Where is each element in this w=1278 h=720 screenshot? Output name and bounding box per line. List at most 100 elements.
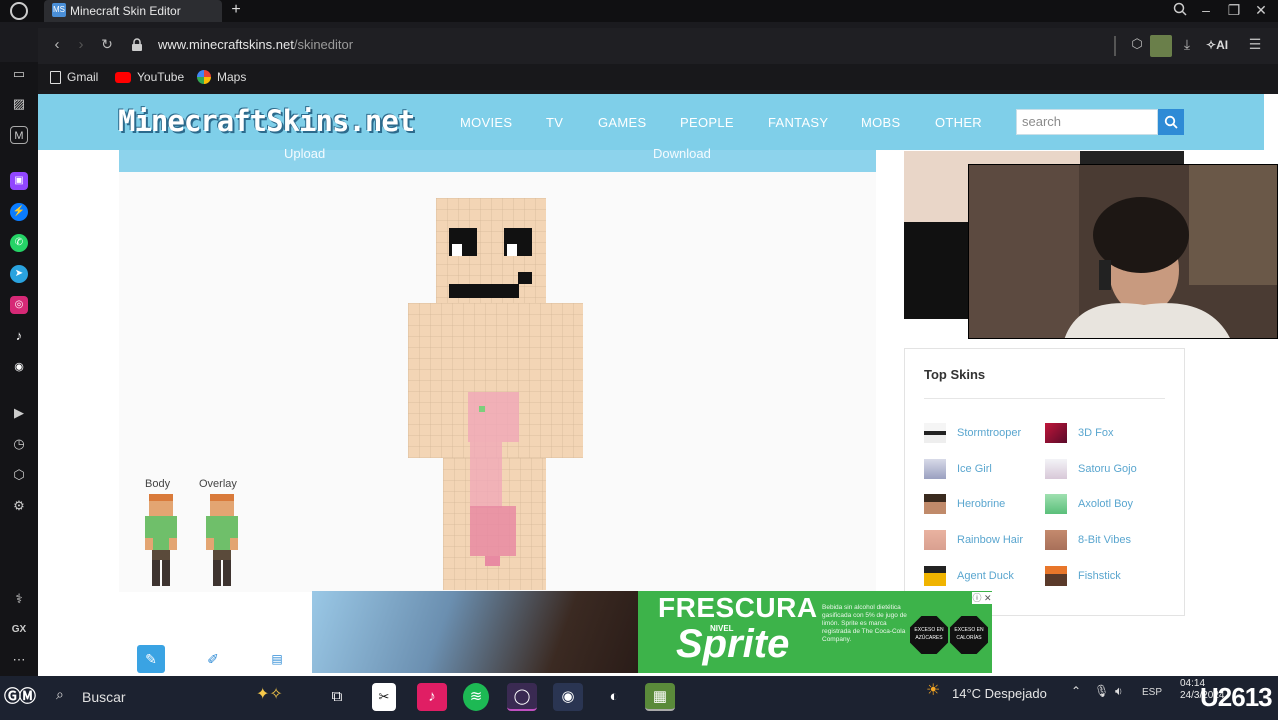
skin-thumb-icon (924, 423, 946, 443)
upload-button[interactable]: Upload (284, 146, 325, 161)
site-search-button[interactable] (1158, 109, 1184, 135)
forward-button[interactable]: › (72, 36, 90, 53)
top-skins-divider (924, 398, 1165, 399)
skin-link-label: Stormtrooper (957, 427, 1022, 439)
nav-other[interactable]: OTHER (935, 115, 982, 130)
skin-link-fishstick[interactable]: Fishstick (1045, 566, 1121, 586)
site-search-input[interactable]: search (1016, 109, 1158, 135)
more-sidebar-icon[interactable]: ⋯ (10, 651, 28, 669)
capcut-icon[interactable]: ✂ (372, 683, 396, 711)
bookmark-youtube[interactable]: YouTube (115, 68, 184, 86)
opera-logo-icon[interactable] (10, 2, 28, 20)
copilot-sparkle-icon[interactable]: ✦✧ (256, 684, 283, 704)
skin-link-rainbow-hair[interactable]: Rainbow Hair (924, 530, 1023, 550)
overlay-label: Overlay (199, 478, 237, 490)
close-window-button[interactable]: ✕ (1251, 2, 1271, 19)
skin-link-3d-fox[interactable]: 3D Fox (1045, 423, 1113, 443)
download-icon[interactable]: ⤓ (1178, 36, 1196, 53)
pinboard-icon[interactable]: ▨ (10, 95, 28, 113)
back-button[interactable]: ‹ (48, 36, 66, 53)
minecraft-icon[interactable]: ▦ (645, 683, 675, 711)
top-skins-title: Top Skins (924, 367, 986, 382)
bookmark-label: YouTube (137, 70, 185, 84)
lock-icon[interactable] (131, 38, 143, 57)
bookmark-label: Gmail (67, 70, 99, 84)
skin-link-8-bit-vibes[interactable]: 8-Bit Vibes (1045, 530, 1131, 550)
extensions-icon[interactable]: ⬡ (1128, 36, 1146, 52)
skin-left-eye-white (452, 244, 462, 256)
ai-sparkle-icon: ✧ (1206, 38, 1217, 52)
player-icon[interactable]: ▶ (10, 404, 28, 422)
discord-taskbar-icon[interactable]: ◉ (553, 683, 583, 711)
tiktok-icon[interactable]: ♪ (10, 327, 28, 345)
profile-avatar[interactable] (1150, 35, 1172, 57)
ad-close-icon[interactable]: ⓘ ✕ (972, 592, 992, 604)
language-indicator[interactable]: ESP (1142, 687, 1162, 698)
task-view-icon[interactable]: ⧉ (322, 683, 352, 711)
skin-link-stormtrooper[interactable]: Stormtrooper (924, 423, 1021, 443)
instagram-icon[interactable]: ◎ (10, 296, 28, 314)
maximize-button[interactable]: ❐ (1224, 2, 1244, 19)
skin-link-label: Satoru Gojo (1078, 463, 1137, 475)
nav-mobs[interactable]: MOBS (861, 115, 900, 130)
nav-games[interactable]: GAMES (598, 115, 646, 130)
skin-link-ice-girl[interactable]: Ice Girl (924, 459, 992, 479)
ai-button[interactable]: ✧AI (1206, 38, 1228, 52)
download-button[interactable]: Download (653, 146, 711, 161)
nav-movies[interactable]: MOVIES (460, 115, 512, 130)
tiktok-app-icon[interactable]: ♪ (417, 683, 447, 711)
bookmark-maps[interactable]: Maps (197, 68, 246, 86)
opera-gx-taskbar-icon[interactable]: ◯ (507, 683, 537, 711)
paint-brush-tool[interactable]: ✎ (137, 645, 165, 673)
nav-people[interactable]: PEOPLE (680, 115, 734, 130)
taskbar-search-label: Buscar (82, 689, 126, 705)
skin-link-satoru-gojo[interactable]: Satoru Gojo (1045, 459, 1137, 479)
telegram-icon[interactable]: ➤ (10, 265, 28, 283)
nav-tv[interactable]: TV (546, 115, 563, 130)
ad-warning-badge-sugar: EXCESO EN AZÚCARES (910, 616, 948, 654)
extensions-sidebar-icon[interactable]: ⬡ (10, 466, 28, 484)
tab-title: Minecraft Skin Editor (70, 4, 181, 18)
skin-thumb-icon (1045, 423, 1067, 443)
aria-icon[interactable]: ▭ (10, 65, 28, 83)
reload-button[interactable]: ↻ (98, 36, 116, 53)
volume-icon[interactable]: 🔉︎ (1115, 684, 1123, 699)
discord-icon[interactable]: ◉ (10, 358, 28, 376)
pencil-tool[interactable]: ✐ (199, 645, 227, 673)
skin-link-agent-duck[interactable]: Agent Duck (924, 566, 1014, 586)
whatsapp-icon[interactable]: ✆ (10, 234, 28, 252)
body-preview-thumbnail[interactable] (142, 494, 177, 586)
nav-fantasy[interactable]: FANTASY (768, 115, 828, 130)
browser-tab[interactable]: Minecraft Skin Editor (44, 0, 222, 22)
minimize-button[interactable]: – (1196, 2, 1216, 18)
menu-icon[interactable]: ☰ (1246, 36, 1264, 53)
tray-chevron-icon[interactable]: ⌃ (1071, 684, 1081, 698)
m-app-icon[interactable]: M (10, 126, 28, 144)
obs-icon[interactable]: ◐ (599, 683, 629, 711)
start-logo-icon[interactable]: ⒼⓂ (4, 682, 44, 708)
url-field[interactable]: www.minecraftskins.net/skineditor (158, 37, 353, 52)
twitch-icon[interactable]: ▣ (10, 172, 28, 190)
history-icon[interactable]: ◷ (10, 435, 28, 453)
vpn-icon[interactable]: ⚕ (10, 590, 28, 608)
url-domain: www.minecraftskins.net (158, 37, 294, 52)
skin-thumb-icon (1045, 530, 1067, 550)
skin-link-herobrine[interactable]: Herobrine (924, 494, 1005, 514)
settings-icon[interactable]: ⚙ (10, 497, 28, 515)
gx-icon[interactable]: GX (10, 621, 28, 639)
skin-link-label: Agent Duck (957, 570, 1014, 582)
spotify-icon[interactable]: ≋ (463, 683, 489, 711)
skin-link-axolotl-boy[interactable]: Axolotl Boy (1045, 494, 1133, 514)
microphone-icon[interactable]: 🎙︎ (1094, 684, 1109, 698)
search-tabs-icon[interactable] (1170, 2, 1190, 19)
weather-text[interactable]: 14°C Despejado (952, 685, 1047, 703)
bookmark-gmail[interactable]: Gmail (50, 68, 98, 86)
messenger-icon[interactable]: ⚡ (10, 203, 28, 221)
skin-thumb-icon (924, 566, 946, 586)
site-logo[interactable]: MinecraftSkins.net (118, 104, 415, 138)
new-tab-button[interactable]: + (228, 1, 244, 19)
overlay-preview-thumbnail[interactable] (203, 494, 238, 586)
page-icon (50, 70, 61, 84)
eraser-tool[interactable]: ▤ (263, 645, 291, 673)
skin-thumb-icon (1045, 494, 1067, 514)
